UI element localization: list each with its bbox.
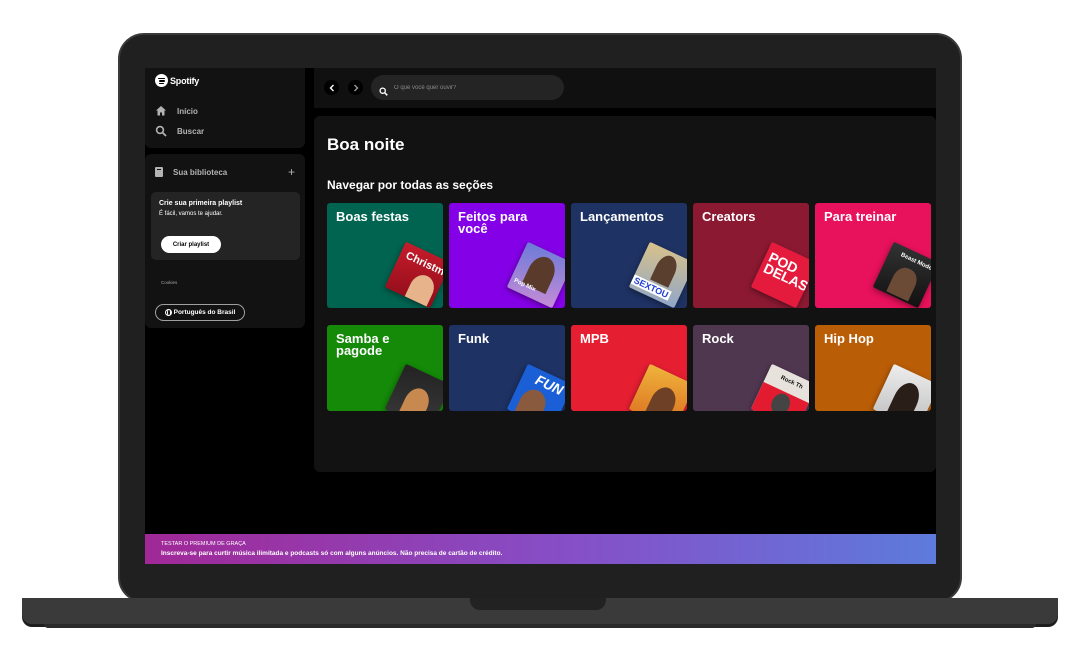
language-button[interactable]: Português do Brasil [155, 304, 245, 321]
banner-title: TESTAR O PREMIUM DE GRAÇA [161, 541, 246, 547]
category-artwork: FUN [506, 363, 565, 411]
banner-text: Inscreva-se para curtir música ilimitada… [161, 550, 503, 557]
main-panel: Boa noite Navegar por todas as seções Bo… [314, 116, 936, 472]
category-label: Boas festas [336, 209, 409, 224]
back-button[interactable] [324, 80, 339, 95]
category-label: Funk [458, 331, 490, 346]
sidebar-item-label: Buscar [177, 126, 205, 136]
search-input[interactable] [394, 84, 544, 91]
category-label: Lançamentos [580, 209, 664, 224]
search-icon [155, 125, 167, 137]
laptop-base-edge [44, 624, 1036, 628]
library-title[interactable]: Sua biblioteca [173, 168, 227, 177]
category-artwork: Christm Hi [384, 241, 443, 308]
screen: Spotify Início Buscar Sua biblioteca + C… [145, 68, 936, 564]
category-card-para-treinar[interactable]: Para treinar Beast Mode [815, 203, 931, 308]
chevron-left-icon [329, 84, 334, 91]
category-artwork: POD DELAS [750, 241, 809, 308]
category-card-samba-e-pagode[interactable]: Samba e pagode [327, 325, 443, 411]
category-label: Feitos para você [458, 209, 528, 236]
artwork-text: Rock Th [779, 375, 804, 391]
category-card-mpb[interactable]: MPB [571, 325, 687, 411]
sidebar-item-home[interactable]: Início [155, 105, 198, 117]
globe-icon [164, 309, 172, 316]
library-icon [155, 167, 163, 177]
category-grid: Boas festas Christm Hi Feitos para você … [327, 203, 936, 423]
category-card-funk[interactable]: Funk FUN [449, 325, 565, 411]
premium-banner[interactable]: TESTAR O PREMIUM DE GRAÇA Inscreva-se pa… [145, 534, 936, 564]
laptop-notch [470, 598, 606, 610]
page-title: Boa noite [327, 135, 405, 154]
cookies-link[interactable]: Cookies [161, 280, 177, 285]
library-panel: Sua biblioteca + Crie sua primeira playl… [145, 154, 305, 328]
category-artwork: SEXTOU [628, 241, 687, 308]
category-card-feitos-para-voce[interactable]: Feitos para você Pop Mix [449, 203, 565, 308]
create-playlist-title: Crie sua primeira playlist [159, 200, 243, 207]
category-artwork: Beast Mode [872, 241, 931, 308]
search-bar[interactable] [371, 75, 564, 100]
home-icon [155, 105, 167, 117]
chevron-right-icon [353, 84, 358, 91]
search-icon [379, 83, 388, 96]
create-playlist-subtitle: É fácil, vamos te ajudar. [159, 211, 223, 217]
category-artwork [628, 363, 687, 411]
create-playlist-button[interactable]: Criar playlist [161, 236, 221, 253]
category-artwork [384, 363, 443, 411]
category-artwork: Rock Th [750, 363, 809, 411]
category-label: MPB [580, 331, 609, 346]
section-title: Navegar por todas as seções [327, 178, 494, 192]
category-card-lancamentos[interactable]: Lançamentos SEXTOU [571, 203, 687, 308]
sidebar-item-search[interactable]: Buscar [155, 125, 204, 137]
category-label: Samba e pagode [336, 331, 390, 358]
category-artwork: Pop Mix [506, 241, 565, 308]
category-label: Hip Hop [824, 331, 874, 346]
category-label: Rock [702, 331, 734, 346]
plus-icon[interactable]: + [288, 165, 295, 179]
category-card-rock[interactable]: Rock Rock Th [693, 325, 809, 411]
language-label: Português do Brasil [173, 309, 236, 316]
app-name: Spotify [170, 75, 200, 86]
category-card-boas-festas[interactable]: Boas festas Christm Hi [327, 203, 443, 308]
artwork-text: POD DELAS [761, 248, 809, 295]
spotify-icon [155, 74, 168, 87]
topbar [314, 68, 936, 108]
spotify-logo[interactable]: Spotify [155, 74, 199, 87]
category-label: Para treinar [824, 209, 897, 224]
create-playlist-card: Crie sua primeira playlist É fácil, vamo… [151, 192, 300, 260]
category-artwork [872, 363, 931, 411]
sidebar-item-label: Início [177, 106, 198, 116]
library-header: Sua biblioteca + [155, 165, 295, 179]
sidebar-nav: Spotify Início Buscar [145, 68, 305, 148]
forward-button[interactable] [348, 80, 363, 95]
category-label: Creators [702, 209, 756, 224]
category-card-creators[interactable]: Creators POD DELAS [693, 203, 809, 308]
category-card-hip-hop[interactable]: Hip Hop [815, 325, 931, 411]
